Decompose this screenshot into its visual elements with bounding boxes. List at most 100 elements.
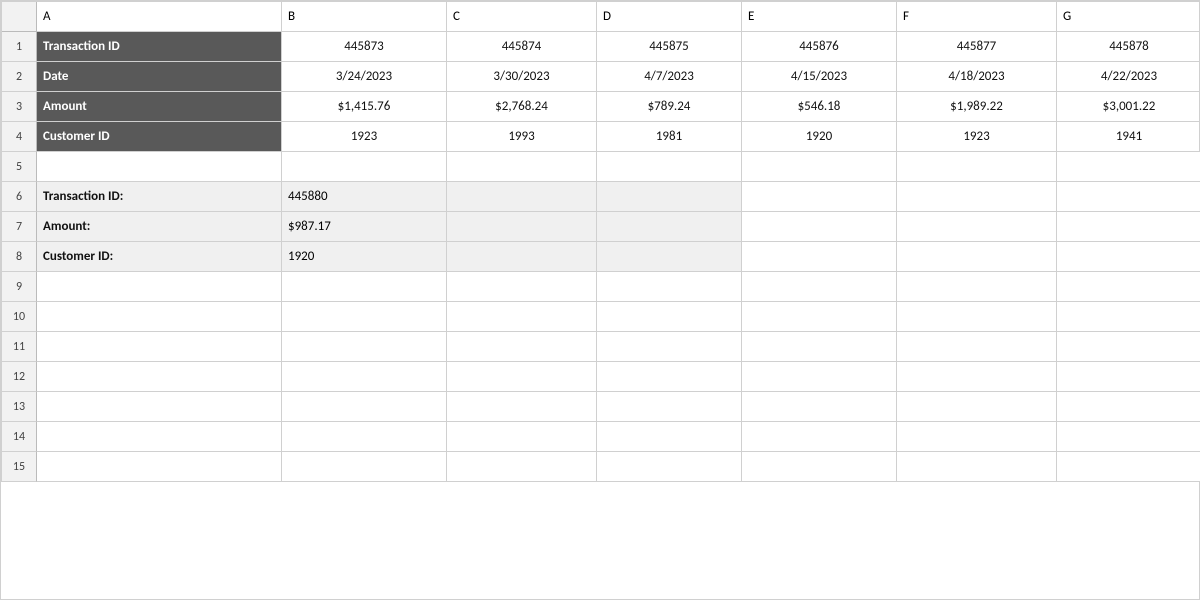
- cell-f9[interactable]: [897, 272, 1057, 302]
- cell-g14[interactable]: [1057, 422, 1200, 452]
- cell-g11[interactable]: [1057, 332, 1200, 362]
- cell-f7[interactable]: [897, 212, 1057, 242]
- cell-d5[interactable]: [597, 152, 742, 182]
- cell-b10[interactable]: [282, 302, 447, 332]
- cell-g1[interactable]: 445878: [1057, 32, 1200, 62]
- cell-a5[interactable]: [37, 152, 282, 182]
- cell-f2[interactable]: 4/18/2023: [897, 62, 1057, 92]
- cell-b9[interactable]: [282, 272, 447, 302]
- cell-g7[interactable]: [1057, 212, 1200, 242]
- cell-e1[interactable]: 445876: [742, 32, 897, 62]
- cell-a13[interactable]: [37, 392, 282, 422]
- cell-g15[interactable]: [1057, 452, 1200, 482]
- cell-e13[interactable]: [742, 392, 897, 422]
- cell-c2[interactable]: 3/30/2023: [447, 62, 597, 92]
- cell-d3[interactable]: $789.24: [597, 92, 742, 122]
- cell-g9[interactable]: [1057, 272, 1200, 302]
- cell-c12[interactable]: [447, 362, 597, 392]
- cell-e2[interactable]: 4/15/2023: [742, 62, 897, 92]
- cell-g13[interactable]: [1057, 392, 1200, 422]
- cell-c6[interactable]: [447, 182, 597, 212]
- cell-e7[interactable]: [742, 212, 897, 242]
- cell-f10[interactable]: [897, 302, 1057, 332]
- cell-e12[interactable]: [742, 362, 897, 392]
- cell-c5[interactable]: [447, 152, 597, 182]
- cell-e14[interactable]: [742, 422, 897, 452]
- cell-d10[interactable]: [597, 302, 742, 332]
- cell-g3[interactable]: $3,001.22: [1057, 92, 1200, 122]
- cell-f14[interactable]: [897, 422, 1057, 452]
- cell-d12[interactable]: [597, 362, 742, 392]
- cell-d2[interactable]: 4/7/2023: [597, 62, 742, 92]
- cell-a2[interactable]: Date: [37, 62, 282, 92]
- cell-b7[interactable]: $987.17: [282, 212, 447, 242]
- cell-g8[interactable]: [1057, 242, 1200, 272]
- cell-e15[interactable]: [742, 452, 897, 482]
- cell-e4[interactable]: 1920: [742, 122, 897, 152]
- cell-e6[interactable]: [742, 182, 897, 212]
- cell-g10[interactable]: [1057, 302, 1200, 332]
- cell-f11[interactable]: [897, 332, 1057, 362]
- cell-d11[interactable]: [597, 332, 742, 362]
- cell-a8[interactable]: Customer ID:: [37, 242, 282, 272]
- cell-d14[interactable]: [597, 422, 742, 452]
- cell-c15[interactable]: [447, 452, 597, 482]
- cell-c9[interactable]: [447, 272, 597, 302]
- cell-d8[interactable]: [597, 242, 742, 272]
- cell-b5[interactable]: [282, 152, 447, 182]
- cell-b6[interactable]: 445880: [282, 182, 447, 212]
- cell-g2[interactable]: 4/22/2023: [1057, 62, 1200, 92]
- cell-c13[interactable]: [447, 392, 597, 422]
- cell-f12[interactable]: [897, 362, 1057, 392]
- cell-d15[interactable]: [597, 452, 742, 482]
- cell-g12[interactable]: [1057, 362, 1200, 392]
- cell-e8[interactable]: [742, 242, 897, 272]
- cell-d6[interactable]: [597, 182, 742, 212]
- cell-b2[interactable]: 3/24/2023: [282, 62, 447, 92]
- cell-b14[interactable]: [282, 422, 447, 452]
- cell-a7[interactable]: Amount:: [37, 212, 282, 242]
- cell-c8[interactable]: [447, 242, 597, 272]
- cell-c11[interactable]: [447, 332, 597, 362]
- cell-f13[interactable]: [897, 392, 1057, 422]
- cell-g6[interactable]: [1057, 182, 1200, 212]
- cell-a9[interactable]: [37, 272, 282, 302]
- cell-c1[interactable]: 445874: [447, 32, 597, 62]
- cell-f3[interactable]: $1,989.22: [897, 92, 1057, 122]
- cell-f8[interactable]: [897, 242, 1057, 272]
- cell-c10[interactable]: [447, 302, 597, 332]
- cell-a1[interactable]: Transaction ID: [37, 32, 282, 62]
- cell-c4[interactable]: 1993: [447, 122, 597, 152]
- cell-f1[interactable]: 445877: [897, 32, 1057, 62]
- cell-d1[interactable]: 445875: [597, 32, 742, 62]
- cell-a3[interactable]: Amount: [37, 92, 282, 122]
- cell-e11[interactable]: [742, 332, 897, 362]
- cell-f4[interactable]: 1923: [897, 122, 1057, 152]
- cell-e5[interactable]: [742, 152, 897, 182]
- cell-b8[interactable]: 1920: [282, 242, 447, 272]
- cell-d4[interactable]: 1981: [597, 122, 742, 152]
- cell-f15[interactable]: [897, 452, 1057, 482]
- cell-c14[interactable]: [447, 422, 597, 452]
- cell-f5[interactable]: [897, 152, 1057, 182]
- cell-b11[interactable]: [282, 332, 447, 362]
- cell-b4[interactable]: 1923: [282, 122, 447, 152]
- cell-a4[interactable]: Customer ID: [37, 122, 282, 152]
- cell-a14[interactable]: [37, 422, 282, 452]
- cell-a15[interactable]: [37, 452, 282, 482]
- cell-e9[interactable]: [742, 272, 897, 302]
- cell-e3[interactable]: $546.18: [742, 92, 897, 122]
- cell-a10[interactable]: [37, 302, 282, 332]
- cell-b12[interactable]: [282, 362, 447, 392]
- cell-a12[interactable]: [37, 362, 282, 392]
- cell-b3[interactable]: $1,415.76: [282, 92, 447, 122]
- cell-g5[interactable]: [1057, 152, 1200, 182]
- cell-c3[interactable]: $2,768.24: [447, 92, 597, 122]
- cell-a6[interactable]: Transaction ID:: [37, 182, 282, 212]
- cell-b1[interactable]: 445873: [282, 32, 447, 62]
- cell-f6[interactable]: [897, 182, 1057, 212]
- cell-g4[interactable]: 1941: [1057, 122, 1200, 152]
- cell-b15[interactable]: [282, 452, 447, 482]
- cell-e10[interactable]: [742, 302, 897, 332]
- cell-d13[interactable]: [597, 392, 742, 422]
